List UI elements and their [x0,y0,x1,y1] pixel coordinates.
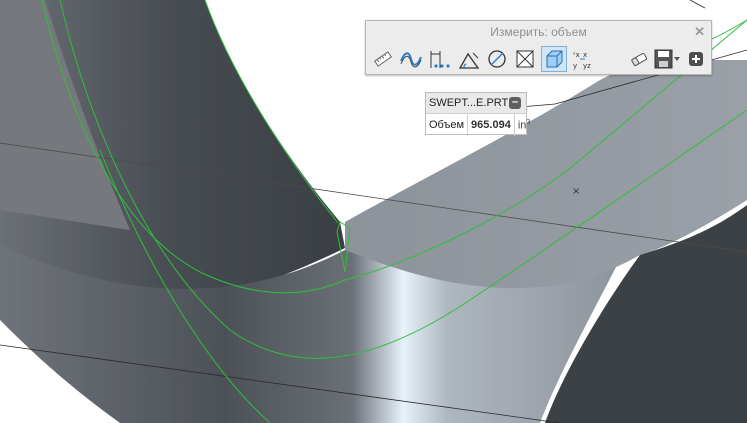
result-unit: in3 [515,119,530,132]
result-feature-name: SWEPT...E.PRT [429,97,509,109]
volume-icon[interactable] [541,46,567,72]
measure-result-panel[interactable]: SWEPT...E.PRT – Объем 965.094 in3 [425,92,530,136]
close-icon[interactable]: ✕ [694,21,705,43]
angle-icon[interactable] [456,46,482,72]
result-label: Объем [426,114,469,136]
minimize-icon[interactable]: – [509,97,521,109]
measure-toolbar[interactable]: Измерить: объем ✕ ᶻx x y yz [365,20,712,75]
curve-wave-icon[interactable] [398,46,424,72]
svg-text:×: × [572,186,580,197]
result-row: Объем 965.094 in3 [426,114,530,136]
toolbar-title: Измерить: объем [490,25,587,39]
svg-text:ᶻx: ᶻx [573,51,580,59]
toolbar-titlebar[interactable]: Измерить: объем ✕ [366,21,711,43]
unit-power: 3 [526,118,531,126]
result-value: 965.094 [468,114,515,136]
result-header: SWEPT...E.PRT – [426,93,526,114]
toolbar-tools: ᶻx x y yz [370,46,707,72]
expand-plus-icon[interactable] [686,46,706,72]
svg-text:y: y [573,62,577,70]
distance-icon[interactable] [426,46,452,72]
save-icon[interactable] [652,46,682,72]
transform-icon[interactable]: ᶻx x y yz [570,46,596,72]
svg-text:yz: yz [583,62,591,70]
ruler-icon[interactable] [370,46,396,72]
eraser-icon[interactable] [626,46,652,72]
diameter-icon[interactable] [484,46,510,72]
svg-text:x: x [583,51,587,59]
area-icon[interactable] [512,46,538,72]
